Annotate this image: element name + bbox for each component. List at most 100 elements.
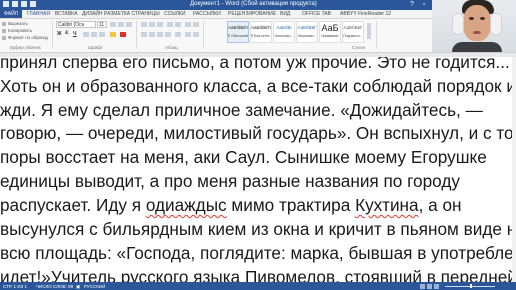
tab-insert[interactable]: ВСТАВКА [55, 11, 77, 17]
text-line[interactable]: говорю, — очереди, милостивый государь».… [0, 121, 516, 145]
style-title[interactable]: АаБ Название [319, 21, 341, 43]
bold-button[interactable]: Ж [57, 31, 62, 37]
grow-font-icon[interactable] [110, 22, 116, 27]
style-heading-2[interactable]: АаБбВвГ Заголово... [296, 21, 318, 43]
styles-scroll-icon[interactable] [367, 23, 371, 39]
style-sample: АаБ [321, 23, 339, 33]
misspelled-word[interactable]: Кухтина [355, 195, 419, 215]
clipboard-group-label: Буфер обмена [10, 45, 41, 50]
cut-button[interactable]: Вырезать [2, 21, 28, 26]
proofing-icon[interactable]: ▣ [76, 284, 80, 290]
tab-abbyy[interactable]: ABBYY FineReader 12 [340, 11, 391, 17]
undo-icon[interactable] [21, 1, 27, 7]
text-run: принял сперва его письмо, а потом уж про… [0, 57, 510, 72]
align-left-icon[interactable] [141, 32, 147, 37]
help-icon[interactable]: ? [406, 0, 418, 10]
bullets-icon[interactable] [141, 22, 147, 27]
text-run: единицы выводит, а про меня разные назва… [0, 171, 460, 191]
style-sample: АаБбВвГг [228, 25, 248, 30]
line-spacing-icon[interactable] [175, 32, 181, 37]
misspelled-word[interactable]: одиаждыс [146, 195, 227, 215]
text-line[interactable]: принял сперва его письмо, а потом уж про… [0, 57, 510, 74]
copy-button[interactable]: Копировать [2, 28, 32, 33]
superscript-icon[interactable] [99, 32, 105, 37]
borders-icon[interactable] [193, 32, 199, 37]
style-name: Заголово... [297, 34, 317, 38]
underline-button[interactable]: Ч [73, 31, 77, 37]
style-sample: АаБбВвГг [251, 25, 271, 30]
style-normal[interactable]: АаБбВвГг ¶ Обычный [227, 21, 249, 43]
style-no-spacing[interactable]: АаБбВвГг ¶ Без инте... [250, 21, 272, 43]
multilevel-list-icon[interactable] [157, 22, 163, 27]
format-painter-button[interactable]: Формат по образцу [2, 35, 48, 40]
tab-view[interactable]: ВИД [280, 11, 290, 17]
italic-button[interactable]: К [65, 31, 68, 36]
increase-indent-icon[interactable] [175, 22, 181, 27]
save-icon[interactable] [12, 1, 18, 7]
font-size-box[interactable]: 11 [97, 21, 107, 28]
zoom-slider-knob[interactable] [470, 284, 472, 288]
language-indicator[interactable]: РУССКИЙ [84, 284, 105, 289]
tab-office-tab[interactable]: OFFICE TAB [302, 11, 331, 17]
tab-mailings[interactable]: РАССЫЛКИ [193, 11, 221, 17]
highlight-color-icon[interactable] [110, 32, 116, 37]
pilcrow-icon[interactable] [193, 22, 199, 27]
text-run: высунулся с бильярдным кием из окна и кр… [0, 219, 516, 239]
word-count[interactable]: ЧИСЛО СЛОВ: 89 [36, 284, 73, 289]
group-separator [136, 21, 137, 49]
view-buttons [420, 283, 439, 289]
document-page[interactable]: принял сперва его письмо, а потом уж про… [0, 57, 516, 282]
tab-review[interactable]: РЕЦЕНЗИРОВАНИЕ [228, 11, 276, 17]
headphones-cup [453, 14, 463, 34]
subscript-icon[interactable] [91, 32, 97, 37]
tab-design[interactable]: ДИЗАЙН [82, 11, 103, 17]
style-name: Название [321, 34, 339, 38]
redo-icon[interactable] [30, 1, 36, 7]
text-line[interactable]: высунулся с бильярдным кием из окна и кр… [0, 217, 516, 241]
tab-home[interactable]: ГЛАВНАЯ [27, 11, 50, 17]
text-line[interactable]: единицы выводит, а про меня разные назва… [0, 169, 460, 193]
paragraph-group-label: Абзац [165, 45, 178, 50]
style-heading-1[interactable]: АаБбВі Заголово... [273, 21, 295, 43]
ribbon-options-icon[interactable]: ▫ [418, 0, 430, 10]
sort-icon[interactable] [185, 22, 191, 27]
read-mode-icon[interactable] [420, 283, 425, 289]
tab-page-layout[interactable]: РАЗМЕТКА СТРАНИЦЫ [104, 11, 160, 17]
webcam-overlay [432, 0, 516, 52]
style-subtitle[interactable]: АаБбВвГ Подзагол... [342, 21, 364, 43]
numbering-icon[interactable] [149, 22, 155, 27]
align-center-icon[interactable] [149, 32, 155, 37]
text-run: мимо трактира [226, 195, 356, 215]
text-run: идет!»Учитель русского языка Пивомелов, … [0, 267, 516, 282]
font-name-box[interactable]: Calibri (Осн [56, 21, 96, 28]
justify-icon[interactable] [165, 32, 171, 37]
decrease-indent-icon[interactable] [167, 22, 173, 27]
text-line[interactable]: Хоть он и образованного класса, а все-та… [0, 74, 516, 98]
style-name: Подзагол... [343, 34, 363, 38]
tab-file[interactable]: ФАЙЛ [0, 10, 22, 18]
align-right-icon[interactable] [157, 32, 163, 37]
page-indicator[interactable]: СТР. 1 ИЗ 1 [3, 284, 27, 289]
style-name: ¶ Без инте... [251, 34, 271, 38]
style-sample: АаБбВвГ [297, 25, 317, 30]
text-line[interactable]: жди. Я ему сделал приличное замечание. «… [0, 98, 483, 122]
vertical-scrollbar[interactable] [512, 57, 516, 282]
text-run: , а он [418, 195, 462, 215]
status-bar: СТР. 1 ИЗ 1 ЧИСЛО СЛОВ: 89 ▣ РУССКИЙ [0, 282, 516, 290]
group-separator [376, 21, 377, 49]
web-layout-icon[interactable] [434, 283, 439, 289]
print-layout-icon[interactable] [427, 283, 432, 289]
text-line[interactable]: поры восстает на меня, аки Саул. Сынишке… [0, 145, 487, 169]
style-sample: АаБбВі [276, 25, 292, 30]
shading-icon[interactable] [185, 32, 191, 37]
text-line[interactable]: распускает. Иду я одиаждыс мимо трактира… [0, 193, 462, 217]
tab-references[interactable]: ССЫЛКИ [164, 11, 185, 17]
strikethrough-icon[interactable] [83, 32, 89, 37]
group-separator [52, 21, 53, 49]
webcam-shoulders [452, 42, 502, 52]
font-color-icon[interactable] [120, 32, 126, 37]
shrink-font-icon[interactable] [118, 22, 124, 27]
clear-format-icon[interactable] [126, 22, 132, 27]
text-line[interactable]: всю площадь: «Господа, поглядите: марка,… [0, 241, 516, 265]
text-line[interactable]: идет!»Учитель русского языка Пивомелов, … [0, 265, 516, 282]
